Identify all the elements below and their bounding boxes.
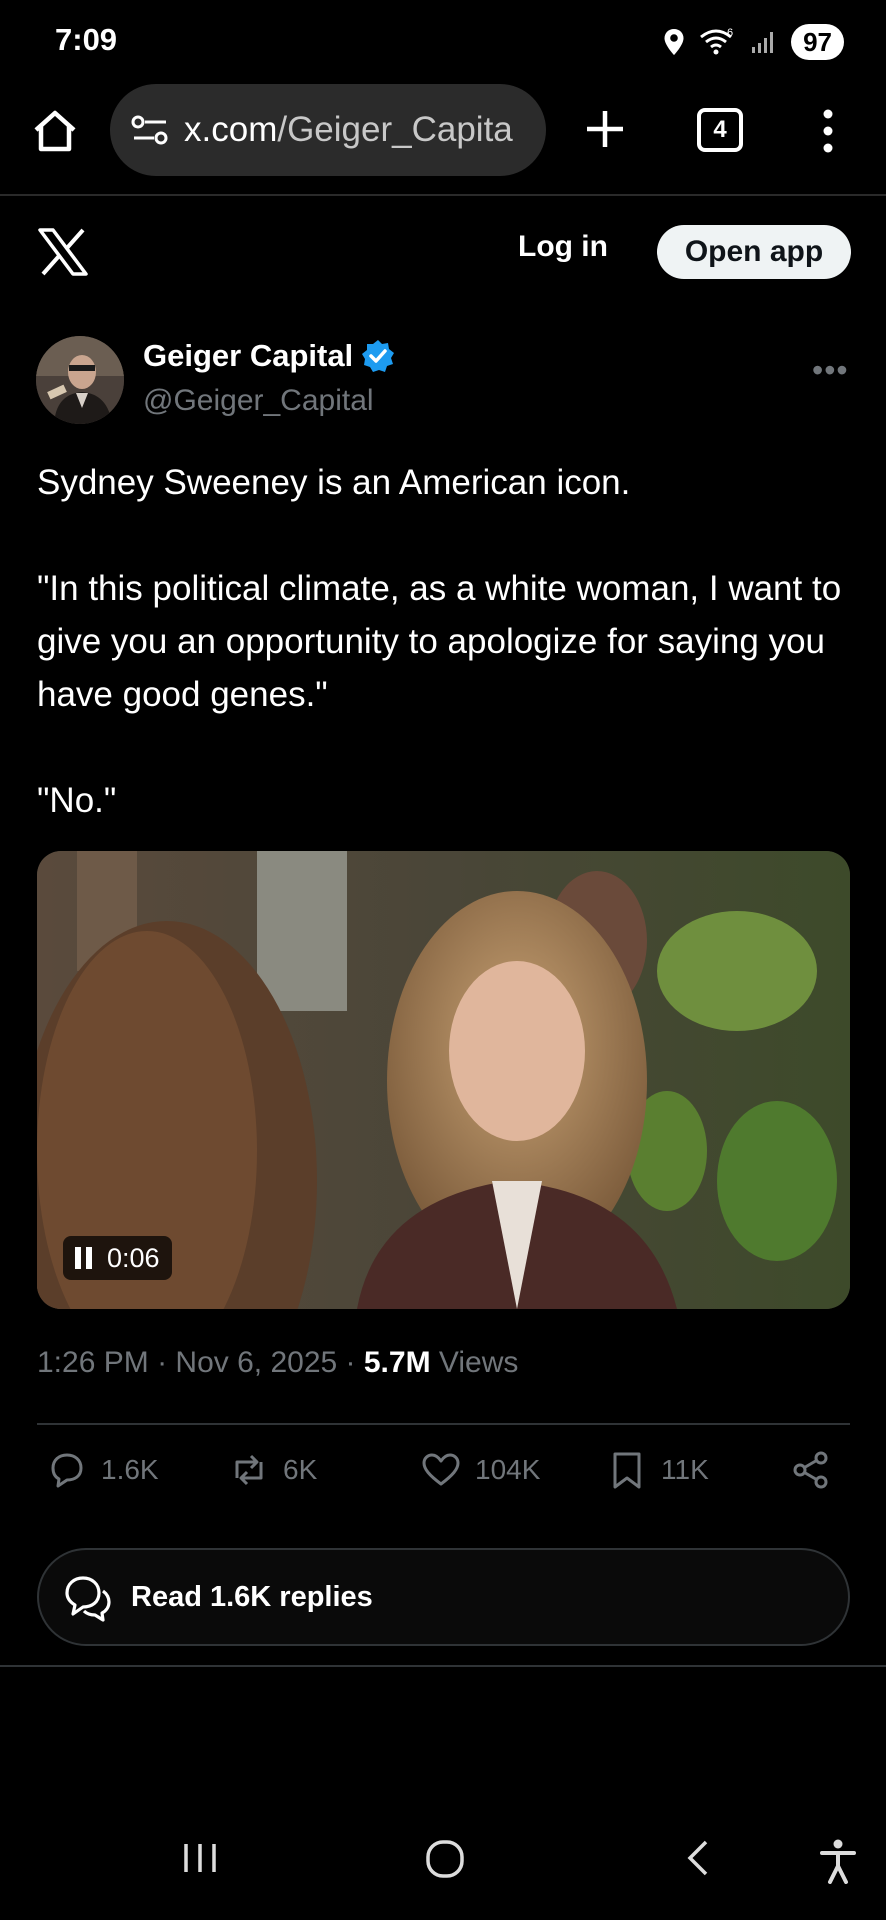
video-timestamp: 0:06: [107, 1242, 160, 1273]
bookmark-count: 11K: [661, 1454, 709, 1485]
bookmark-button[interactable]: 11K: [605, 1448, 709, 1492]
divider: [0, 1665, 886, 1667]
accessibility-icon[interactable]: [818, 1838, 858, 1884]
like-button[interactable]: 104K: [419, 1448, 540, 1492]
site-settings-icon[interactable]: [130, 114, 170, 146]
url-host: x.com: [184, 110, 278, 149]
home-icon[interactable]: [30, 106, 80, 156]
home-nav-icon[interactable]: [424, 1838, 466, 1880]
battery-indicator: 97: [791, 24, 844, 60]
tweet-time[interactable]: 1:26 PM: [37, 1346, 149, 1379]
author-handle[interactable]: @Geiger_Capital: [143, 384, 374, 418]
tweet-text-line: "No.": [37, 781, 117, 820]
overflow-menu-icon[interactable]: [813, 106, 843, 156]
like-count: 104K: [475, 1454, 541, 1485]
tweet-text: Sydney Sweeney is an American icon. "In …: [37, 456, 857, 827]
repost-button[interactable]: 6K: [227, 1448, 317, 1492]
tweet-date[interactable]: Nov 6, 2025: [175, 1346, 337, 1379]
login-button[interactable]: Log in: [518, 230, 608, 264]
share-icon: [793, 1451, 828, 1489]
new-tab-icon[interactable]: [580, 104, 630, 154]
url-bar[interactable]: x.com/Geiger_Capita: [110, 84, 546, 176]
repost-count: 6K: [283, 1454, 318, 1485]
wifi-icon: 6: [700, 27, 733, 55]
more-options-icon[interactable]: •••: [812, 352, 849, 389]
bookmark-icon: [613, 1452, 641, 1489]
author-name-text: Geiger Capital: [143, 338, 354, 373]
heart-icon: [422, 1453, 460, 1486]
back-icon[interactable]: [680, 1838, 720, 1878]
author-name[interactable]: Geiger Capital: [143, 338, 395, 374]
avatar[interactable]: [36, 336, 124, 424]
svg-text:6: 6: [727, 27, 733, 39]
recent-apps-icon[interactable]: [180, 1838, 220, 1878]
tweet-text-line: Sydney Sweeney is an American icon.: [37, 463, 631, 502]
status-icons: 6 97: [663, 24, 844, 60]
signal-icon: [752, 32, 774, 53]
tweet-text-line: "In this political climate, as a white w…: [37, 569, 842, 714]
reply-button[interactable]: 1.6K: [45, 1448, 159, 1492]
reply-icon: [51, 1453, 83, 1488]
x-logo-icon[interactable]: [38, 228, 88, 276]
read-replies-button[interactable]: Read 1.6K replies: [37, 1548, 850, 1646]
repost-icon: [235, 1454, 263, 1486]
tweet-video[interactable]: 0:06: [37, 851, 850, 1309]
avatar-image: [36, 336, 124, 424]
reply-count: 1.6K: [101, 1454, 159, 1485]
open-app-button[interactable]: Open app: [657, 225, 851, 279]
views-count: 5.7M: [363, 1346, 431, 1379]
status-bar: 7:09 6 97: [0, 0, 886, 84]
divider: [37, 1423, 850, 1425]
pause-icon[interactable]: [75, 1247, 93, 1269]
tweet-meta: 1:26 PM · Nov 6, 2025 · 5.7M Views: [37, 1346, 519, 1379]
views-label: Views: [438, 1346, 519, 1379]
verified-badge-icon: [362, 340, 395, 372]
tab-switcher-button[interactable]: 4: [697, 108, 743, 152]
browser-toolbar: x.com/Geiger_Capita 4: [0, 84, 886, 196]
url-path: /Geiger_Capita: [277, 110, 513, 149]
status-time: 7:09: [55, 22, 118, 57]
location-icon: [664, 29, 684, 55]
share-button[interactable]: [789, 1448, 833, 1492]
system-nav-bar: [0, 1810, 886, 1920]
url-text[interactable]: x.com/Geiger_Capita: [184, 110, 536, 150]
video-controls[interactable]: 0:06: [63, 1236, 172, 1280]
chat-bubbles-icon: [65, 1576, 111, 1622]
tweet-actions: 1.6K 6K 104K 11K: [37, 1448, 850, 1508]
read-replies-label: Read 1.6K replies: [131, 1580, 373, 1613]
